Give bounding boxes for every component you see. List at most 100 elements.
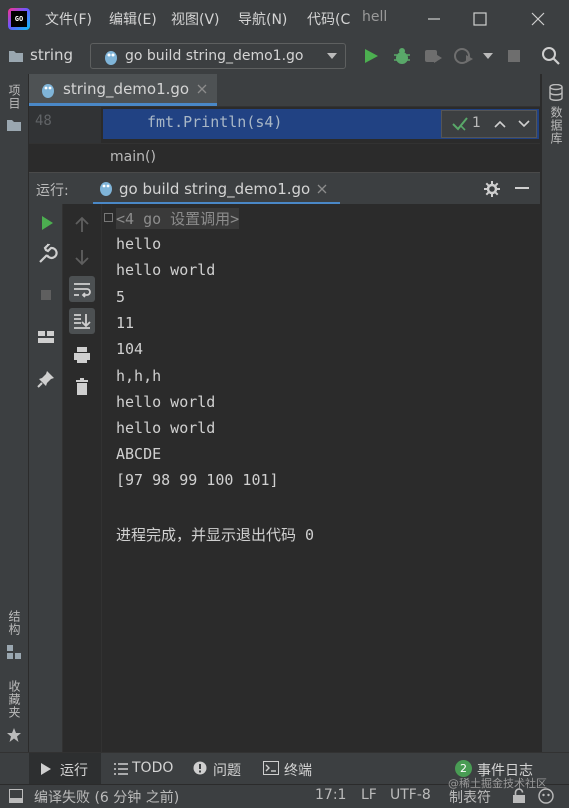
console-line: hello: [116, 235, 162, 253]
editor-tab-bar: string_demo1.go: [29, 74, 540, 107]
inspection-widget[interactable]: 1: [441, 110, 537, 138]
editor-tab-label: string_demo1.go: [63, 80, 190, 98]
console-line: hello world: [116, 393, 216, 411]
more-run-options-icon[interactable]: [483, 53, 493, 59]
gear-icon[interactable]: [483, 180, 501, 198]
left-tool-strip: 项目 结构 收藏夹: [0, 74, 29, 752]
menu-view[interactable]: 视图(V): [171, 9, 220, 29]
wrench-icon[interactable]: [33, 242, 59, 268]
right-tool-strip: 数据库: [541, 74, 569, 752]
play-icon: [41, 763, 51, 775]
file-encoding[interactable]: UTF-8: [390, 787, 431, 803]
project-name[interactable]: string: [30, 46, 73, 64]
gopher-icon: [41, 81, 55, 99]
structure-icon: [7, 645, 21, 659]
favorites-tool-label: 收藏夹: [7, 680, 21, 719]
debug-button[interactable]: [392, 46, 412, 66]
stop-button[interactable]: [33, 282, 59, 308]
search-icon[interactable]: [541, 46, 561, 66]
main-toolbar: string go build string_demo1.go: [0, 38, 569, 75]
stop-button[interactable]: [506, 48, 522, 64]
gopher-icon: [103, 48, 119, 66]
console-output[interactable]: <4 go 设置调用> hello hello world 5 11 104 h…: [102, 204, 540, 752]
run-config-label: go build string_demo1.go: [125, 48, 304, 64]
print-icon[interactable]: [69, 342, 95, 368]
menu-navigate[interactable]: 导航(N): [238, 9, 287, 29]
console-line: 11: [116, 314, 135, 332]
run-config-selector[interactable]: go build string_demo1.go: [90, 43, 346, 69]
close-tab-icon[interactable]: [317, 184, 327, 194]
run-button[interactable]: [362, 47, 380, 65]
title-bar: GO 文件(F) 编辑(E) 视图(V) 导航(N) 代码(C hell: [0, 0, 569, 38]
fold-expand-icon[interactable]: [104, 213, 113, 222]
list-icon: [114, 763, 128, 775]
console-line: hello world: [116, 419, 216, 437]
soft-wrap-toggle[interactable]: [69, 276, 95, 302]
folded-call-summary[interactable]: <4 go 设置调用>: [116, 208, 240, 229]
warning-circle-icon: [193, 761, 207, 775]
layout-icon[interactable]: [33, 324, 59, 350]
terminal-tool-button[interactable]: 终端: [263, 753, 319, 785]
console-line: ABCDE: [116, 445, 162, 463]
trash-icon[interactable]: [69, 374, 95, 400]
hide-panel-icon[interactable]: [515, 187, 529, 191]
folder-icon: [7, 120, 21, 131]
database-tool-button[interactable]: 数据库: [548, 84, 569, 149]
console-line: 5: [116, 288, 126, 306]
pin-icon[interactable]: [33, 366, 59, 392]
window-title: hell: [362, 9, 388, 25]
status-bar: 编译失败 (6 分钟 之前) 17:1 LF UTF-8 制表符 @稀土掘金技术…: [0, 777, 569, 808]
problems-tool-button[interactable]: 问题: [193, 753, 249, 785]
profile-icon[interactable]: [454, 47, 474, 65]
menu-code[interactable]: 代码(C: [307, 9, 354, 29]
chevron-down-icon: [327, 53, 337, 59]
line-separator[interactable]: LF: [361, 787, 377, 803]
console-line: 104: [116, 340, 144, 358]
maximize-button[interactable]: [462, 6, 498, 32]
close-window-button[interactable]: [520, 6, 556, 32]
todo-tool-button[interactable]: TODO: [112, 753, 178, 785]
next-highlight-icon[interactable]: [518, 120, 530, 128]
run-tab-go-build[interactable]: go build string_demo1.go: [93, 173, 340, 205]
run-panel-header: 运行: go build string_demo1.go: [29, 172, 540, 205]
menu-file[interactable]: 文件(F): [45, 9, 92, 29]
run-tool-button[interactable]: 运行: [29, 753, 101, 785]
run-panel-title: 运行:: [36, 183, 69, 199]
editor-tab-string-demo1[interactable]: string_demo1.go: [29, 74, 217, 106]
rerun-button[interactable]: [33, 210, 59, 236]
close-tab-icon[interactable]: [197, 84, 207, 94]
line-gutter: 48: [29, 107, 101, 143]
watermark-text: @稀土掘金技术社区: [448, 777, 547, 790]
problems-tool-label: 问题: [213, 763, 241, 779]
status-panel-icon[interactable]: [9, 789, 23, 803]
run-toolbar-secondary: [63, 204, 102, 752]
folder-icon: [8, 48, 24, 64]
previous-highlight-icon[interactable]: [494, 120, 506, 128]
breadcrumb: main(): [29, 143, 540, 172]
menu-edit[interactable]: 编辑(E): [109, 9, 157, 29]
project-tool-label: 项目: [7, 84, 21, 110]
breadcrumb-item-main[interactable]: main(): [110, 149, 156, 165]
caret-position[interactable]: 17:1: [315, 787, 346, 803]
code-editor[interactable]: 48 fmt.Println(s4) 1: [29, 107, 540, 143]
check-mark-icon: [452, 117, 468, 131]
status-message[interactable]: 编译失败 (6 分钟 之前): [34, 787, 179, 807]
line-number: 48: [35, 113, 52, 129]
code-text: fmt.Println(s4): [147, 113, 283, 131]
terminal-tool-label: 终端: [284, 763, 312, 779]
goland-logo-icon: GO: [8, 8, 30, 30]
arrow-down-icon[interactable]: [69, 244, 95, 270]
process-exit-message: 进程完成，并显示退出代码 0: [116, 526, 315, 544]
todo-tool-label: TODO: [132, 760, 174, 776]
database-icon: [549, 84, 563, 101]
inspection-count: 1: [472, 115, 481, 131]
star-icon: [7, 728, 21, 742]
database-tool-label: 数据库: [549, 106, 563, 145]
scroll-to-end-toggle[interactable]: [69, 308, 95, 334]
gopher-icon: [99, 179, 113, 197]
coverage-icon[interactable]: [424, 47, 444, 65]
terminal-icon: [263, 761, 279, 775]
minimize-button[interactable]: [416, 6, 452, 32]
run-tool-label: 运行: [60, 763, 88, 779]
arrow-up-icon[interactable]: [69, 212, 95, 238]
